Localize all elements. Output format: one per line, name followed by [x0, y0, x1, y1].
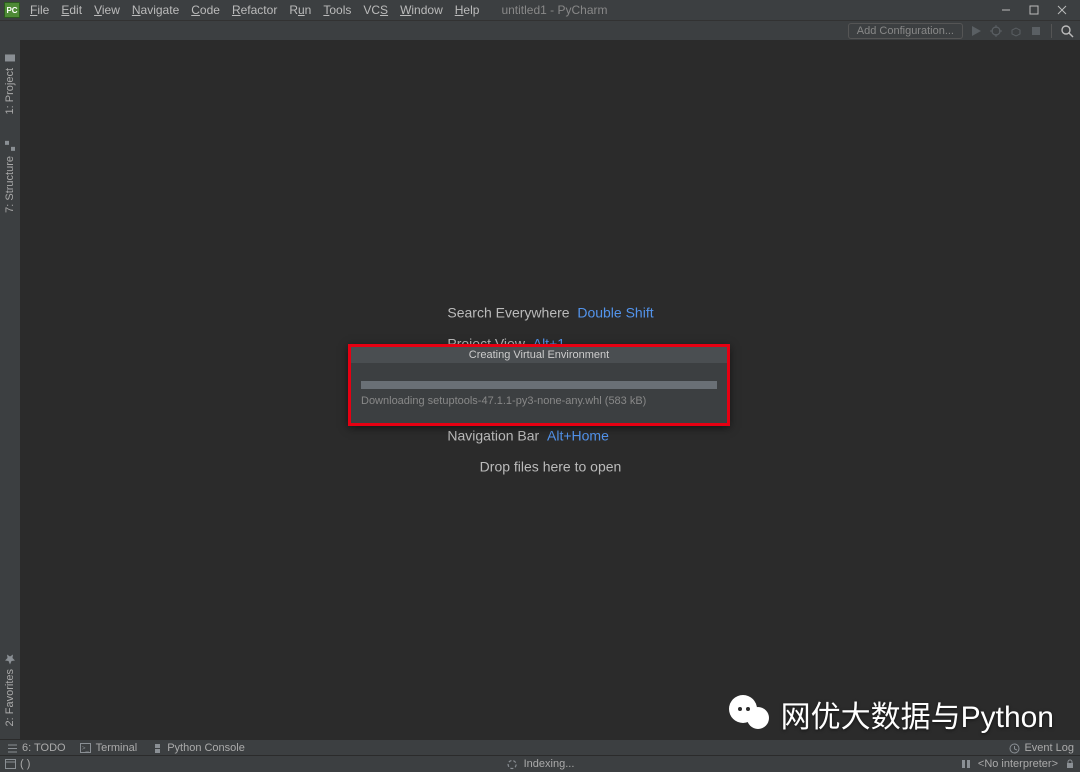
menu-help[interactable]: Help [449, 1, 486, 19]
status-left-text: ( ) [20, 758, 30, 770]
python-console-label: Python Console [167, 742, 245, 754]
hint-drop-files: Drop files here to open [447, 452, 653, 483]
window-close-button[interactable] [1048, 0, 1076, 20]
event-log-icon [1008, 742, 1020, 754]
menu-view[interactable]: View [88, 1, 126, 19]
python-icon [151, 742, 163, 754]
bottom-tab-todo[interactable]: 6: TODO [6, 742, 66, 754]
event-log-label: Event Log [1024, 742, 1074, 754]
status-bar: ( ) Indexing... <No interpreter> [0, 755, 1080, 772]
menu-edit[interactable]: Edit [55, 1, 88, 19]
menu-bar: PC File Edit View Navigate Code Refactor… [0, 0, 1080, 20]
dialog-message: Downloading setuptools-47.1.1-py3-none-a… [361, 395, 717, 407]
svg-text:>_: >_ [82, 746, 90, 752]
window-minimize-button[interactable] [992, 0, 1020, 20]
app-logo-icon: PC [4, 2, 20, 18]
hint-search-key: Double Shift [577, 305, 653, 321]
terminal-label: Terminal [96, 742, 138, 754]
hint-search-everywhere: Search Everywhere Double Shift [447, 298, 653, 329]
toolbar: Add Configuration... [0, 20, 1080, 42]
structure-icon [4, 140, 16, 152]
interpreter-indicator[interactable]: <No interpreter> [978, 758, 1058, 770]
watermark: 网优大数据与Python [729, 692, 1054, 736]
menu-file[interactable]: File [24, 1, 55, 19]
menu-code[interactable]: Code [185, 1, 226, 19]
progress-dialog: Creating Virtual Environment Downloading… [348, 344, 730, 426]
window-title: untitled1 - PyCharm [501, 3, 607, 17]
debug-icon[interactable] [989, 24, 1003, 38]
dialog-title: Creating Virtual Environment [351, 347, 727, 363]
todo-label: 6: TODO [22, 742, 66, 754]
hint-search-label: Search Everywhere [447, 305, 569, 321]
run-icon[interactable] [969, 24, 983, 38]
tool-windows-icon[interactable] [4, 758, 16, 770]
sidebar-project-label: 1: Project [4, 68, 16, 114]
wechat-icon [729, 695, 773, 733]
list-icon [6, 742, 18, 754]
menu-run[interactable]: Run [283, 1, 317, 19]
sidebar-structure-label: 7: Structure [4, 156, 16, 213]
search-icon[interactable] [1060, 24, 1074, 38]
stop-icon[interactable] [1029, 24, 1043, 38]
bottom-tab-python-console[interactable]: Python Console [151, 742, 245, 754]
spinner-icon [506, 758, 518, 770]
status-indexing: Indexing... [524, 758, 575, 770]
sidebar-tab-favorites[interactable]: 2: Favorites [2, 645, 18, 734]
progress-fill [361, 381, 717, 389]
bottom-toolwindow-bar: 6: TODO >_ Terminal Python Console Event… [0, 739, 1080, 756]
lock-icon[interactable] [1064, 758, 1076, 770]
bottom-tab-terminal[interactable]: >_ Terminal [80, 742, 138, 754]
menu-tools[interactable]: Tools [317, 1, 357, 19]
add-configuration-button[interactable]: Add Configuration... [848, 23, 963, 39]
menu-navigate[interactable]: Navigate [126, 1, 185, 19]
menu-refactor[interactable]: Refactor [226, 1, 283, 19]
left-sidebar: 1: Project 7: Structure 2: Favorites [0, 40, 21, 740]
sidebar-tab-structure[interactable]: 7: Structure [2, 132, 18, 221]
star-icon [4, 653, 16, 665]
window-maximize-button[interactable] [1020, 0, 1048, 20]
watermark-text: 网优大数据与Python [781, 692, 1054, 736]
sidebar-favorites-label: 2: Favorites [4, 669, 16, 726]
folder-icon [4, 52, 16, 64]
menu-window[interactable]: Window [394, 1, 449, 19]
run-coverage-icon[interactable] [1009, 24, 1023, 38]
sidebar-tab-project[interactable]: 1: Project [2, 44, 18, 122]
pause-icon[interactable] [960, 758, 972, 770]
hint-nav-key: Alt+Home [547, 428, 609, 444]
menu-vcs[interactable]: VCS [357, 1, 394, 19]
progress-bar [361, 381, 717, 389]
toolbar-divider [1051, 24, 1052, 38]
bottom-tab-event-log[interactable]: Event Log [1008, 742, 1074, 754]
hint-nav-label: Navigation Bar [447, 428, 539, 444]
terminal-icon: >_ [80, 742, 92, 754]
